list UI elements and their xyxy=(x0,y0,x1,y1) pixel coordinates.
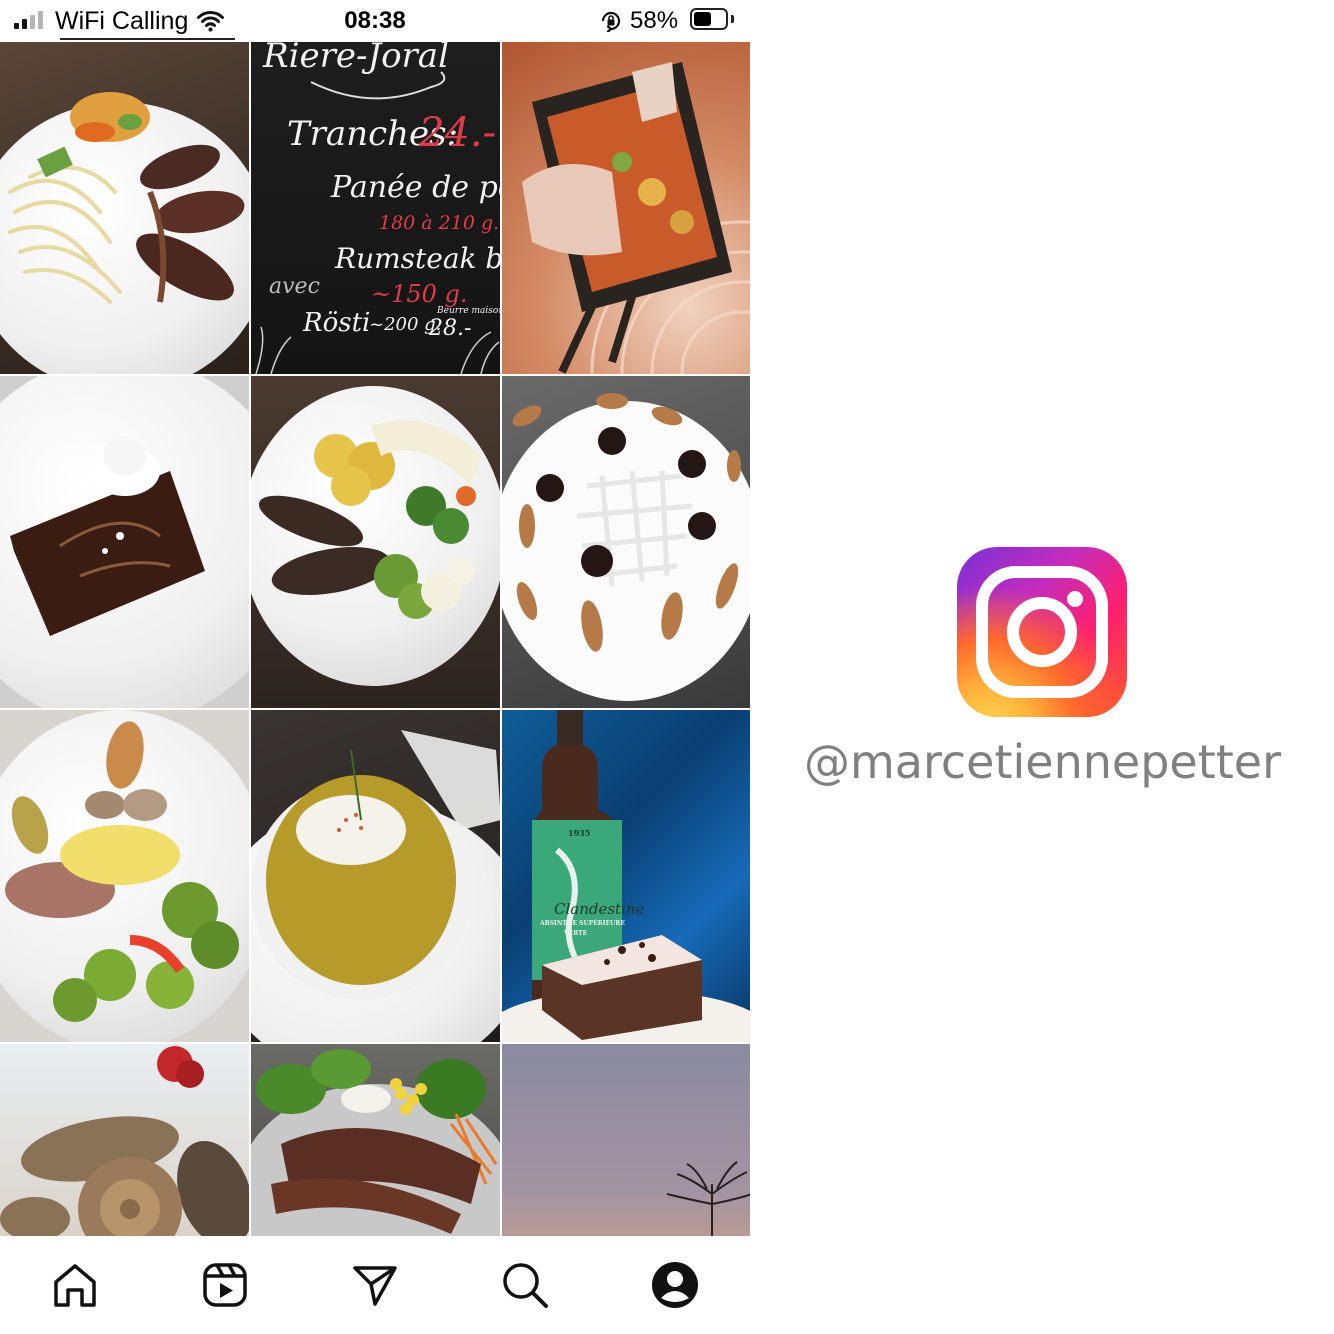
tab-profile[interactable] xyxy=(650,1260,700,1310)
tab-direct[interactable] xyxy=(350,1260,400,1310)
post-grid: Riere-Joral Tranches: 24.- Panée de porc… xyxy=(0,42,750,1236)
post-thumbnail[interactable] xyxy=(251,710,500,1042)
camera-glyph xyxy=(976,566,1108,698)
post-thumbnail[interactable] xyxy=(251,376,500,708)
food-illustration xyxy=(251,1049,500,1236)
carrier-underline xyxy=(60,38,235,40)
post-thumbnail[interactable] xyxy=(0,1044,249,1236)
post-thumbnail[interactable] xyxy=(251,1044,500,1236)
post-thumbnail[interactable]: 1935 Clandestine ABSINTHE SUPÉRIEURE VER… xyxy=(502,710,750,1042)
bottle-label-text: 1935 xyxy=(568,828,591,838)
food-illustration xyxy=(522,62,750,374)
profile-icon xyxy=(652,1262,698,1308)
food-illustration xyxy=(251,730,500,1000)
instagram-handle: @marcetiennepetter xyxy=(803,735,1281,789)
food-illustration xyxy=(502,393,750,701)
battery-tip xyxy=(731,15,734,23)
tab-search[interactable] xyxy=(500,1260,550,1310)
post-thumbnail[interactable] xyxy=(502,376,750,708)
post-thumbnail[interactable]: Riere-Joral Tranches: 24.- Panée de porc… xyxy=(251,42,500,374)
battery-icon xyxy=(690,8,728,30)
tab-reels[interactable] xyxy=(200,1260,250,1310)
post-thumbnail[interactable] xyxy=(0,710,249,1042)
send-icon xyxy=(353,1266,397,1306)
food-illustration xyxy=(0,1046,249,1236)
bottle-label-text: ABSINTHE SUPÉRIEURE xyxy=(540,920,625,927)
post-thumbnail[interactable] xyxy=(0,376,249,708)
bottle-label-text: Clandestine xyxy=(554,900,645,918)
food-illustration xyxy=(10,436,205,648)
post-thumbnail[interactable] xyxy=(502,1044,750,1236)
post-thumbnail[interactable] xyxy=(0,42,249,374)
food-illustration xyxy=(666,1161,750,1236)
food-illustration xyxy=(5,721,239,1022)
chalk-flourish xyxy=(255,71,500,374)
search-icon xyxy=(503,1263,548,1308)
orientation-lock-icon xyxy=(601,11,621,32)
home-icon xyxy=(54,1264,96,1307)
tab-home[interactable] xyxy=(50,1260,100,1310)
instagram-logo-icon xyxy=(957,547,1127,717)
battery-percent: 58% xyxy=(630,7,679,34)
food-illustration xyxy=(258,420,481,619)
reels-icon xyxy=(203,1263,247,1307)
status-bar: WiFi Calling 08:38 58% xyxy=(0,0,750,42)
phone-screen: WiFi Calling 08:38 58% Riere-Joral Tranc… xyxy=(0,0,750,1334)
food-illustration xyxy=(8,92,245,304)
food-illustration xyxy=(502,710,750,1042)
bottom-tab-bar xyxy=(0,1236,750,1334)
bottle-label-text: VERTE xyxy=(564,930,588,937)
post-thumbnail[interactable] xyxy=(502,42,750,374)
